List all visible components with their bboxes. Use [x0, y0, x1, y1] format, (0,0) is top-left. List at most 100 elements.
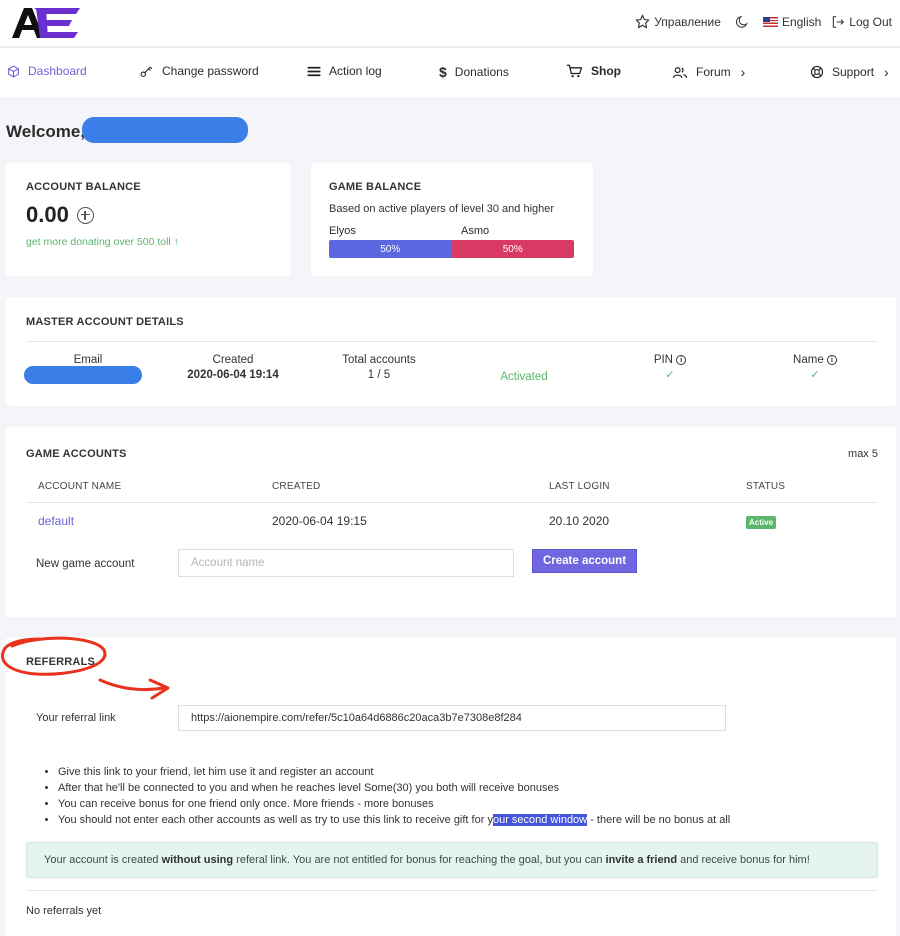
pin-check-icon: ✓: [665, 369, 675, 381]
nav-donations-label: Donations: [454, 65, 509, 79]
nav-shop-label: Shop: [591, 64, 621, 78]
name-label-row: Name i: [775, 354, 855, 366]
add-balance-icon[interactable]: [76, 206, 94, 224]
activation-status: Activated: [500, 371, 548, 383]
nav-forum-label: Forum: [696, 65, 731, 79]
account-last-login-cell: 20.10 2020: [549, 514, 610, 528]
game-balance-card: GAME BALANCE Based on active players of …: [311, 163, 593, 276]
dollar-icon: $: [439, 64, 447, 80]
game-balance-subtitle: Based on active players of level 30 and …: [329, 203, 555, 215]
new-game-account-label: New game account: [36, 558, 135, 570]
cart-icon: [566, 64, 583, 78]
email-label: Email: [73, 354, 103, 366]
annotation-arrow-icon: [98, 678, 170, 700]
account-balance-card: ACCOUNT BALANCE 0.00 get more donating o…: [6, 163, 290, 276]
elyos-label: Elyos: [329, 225, 356, 237]
nav-action-log-label: Action log: [329, 64, 382, 78]
nav-forum[interactable]: Forum ›: [672, 64, 745, 80]
referral-info-alert: Your account is created without using re…: [26, 842, 878, 878]
rule-4-text-a: You should not enter each other accounts…: [58, 814, 493, 826]
chevron-right-icon: ›: [884, 64, 889, 80]
max-accounts-label: max 5: [848, 448, 878, 460]
rule-4-text-b: - there will be no bonus at all: [587, 814, 731, 826]
rule-item: You should not enter each other accounts…: [58, 812, 730, 828]
divider: [26, 890, 878, 891]
nav-support[interactable]: Support ›: [810, 64, 889, 80]
selected-text-highlight: our second window: [492, 814, 588, 826]
no-referrals-text: No referrals yet: [26, 905, 102, 917]
rule-item: Give this link to your friend, let him u…: [58, 764, 730, 780]
table-header-divider: [26, 502, 878, 503]
nav-action-log[interactable]: Action log: [307, 64, 382, 78]
redacted-username: [82, 117, 248, 143]
alert-text-e: and receive bonus for him!: [677, 854, 810, 866]
asmo-bar-segment: 50%: [451, 240, 574, 258]
aion-empire-logo[interactable]: [10, 6, 82, 40]
divider: [26, 341, 878, 342]
cube-icon: [8, 65, 19, 77]
email-column: Email: [38, 354, 138, 366]
nav-support-label: Support: [832, 65, 875, 79]
total-accounts-column: Total accounts 1 / 5: [322, 354, 436, 381]
nav-shop[interactable]: Shop: [566, 64, 621, 78]
name-check-icon: ✓: [810, 369, 820, 381]
master-account-card: MASTER ACCOUNT DETAILS Email Created 202…: [6, 297, 896, 406]
nav-change-password-label: Change password: [162, 64, 259, 78]
language-label: English: [781, 14, 822, 29]
column-header-status: STATUS: [746, 481, 786, 492]
pin-label: PIN: [653, 354, 673, 366]
manage-link[interactable]: Управление: [635, 14, 721, 29]
alert-text-c: referal link. You are not entitled for b…: [233, 854, 606, 866]
logout-label: Log Out: [849, 14, 892, 29]
redacted-email: [24, 366, 142, 384]
game-accounts-card: GAME ACCOUNTS max 5 ACCOUNT NAME CREATED…: [6, 427, 896, 617]
rule-item: You can receive bonus for one friend onl…: [58, 796, 730, 812]
name-column: Name i ✓: [775, 354, 855, 381]
logout-link[interactable]: Log Out: [831, 15, 892, 29]
status-badge: Active: [746, 516, 777, 529]
created-label: Created: [212, 354, 254, 366]
created-column: Created 2020-06-04 19:14: [173, 354, 293, 381]
account-balance-value: 0.00: [26, 202, 69, 227]
faction-balance-bar: 50% 50%: [329, 240, 574, 258]
column-header-account-name: ACCOUNT NAME: [38, 481, 122, 492]
pin-column: PIN i ✓: [630, 354, 710, 381]
create-account-button[interactable]: Create account: [532, 549, 637, 573]
asmo-label: Asmo: [461, 225, 490, 237]
welcome-heading: Welcome,: [6, 122, 86, 141]
account-balance-value-row: 0.00: [26, 202, 94, 228]
referral-rules-list: Give this link to your friend, let him u…: [44, 764, 730, 828]
column-header-last-login: LAST LOGIN: [549, 481, 610, 492]
annotation-overlay: [1, 636, 170, 700]
account-name-link[interactable]: default: [38, 514, 74, 528]
nav-dashboard[interactable]: Dashboard: [7, 64, 87, 78]
account-balance-title: ACCOUNT BALANCE: [26, 181, 141, 193]
main-nav: Dashboard Change password Action log $ D…: [0, 47, 900, 97]
moon-icon[interactable]: [735, 15, 749, 29]
nav-donations[interactable]: $ Donations: [439, 64, 509, 80]
users-icon: [672, 66, 688, 78]
account-name-input[interactable]: [178, 549, 514, 577]
total-accounts-value: 1 / 5: [367, 369, 391, 381]
name-label: Name: [793, 354, 824, 366]
key-icon: [140, 66, 153, 77]
top-bar: Управление English Log Out: [0, 0, 900, 46]
language-selector[interactable]: English: [762, 14, 822, 29]
logout-icon: [833, 15, 845, 28]
get-more-link[interactable]: get more donating over 500 toll ↑: [26, 236, 179, 248]
nav-change-password[interactable]: Change password: [139, 64, 259, 78]
elyos-bar-segment: 50%: [329, 240, 452, 258]
info-icon[interactable]: i: [676, 355, 687, 365]
game-accounts-title: GAME ACCOUNTS: [26, 448, 127, 460]
invite-friend-link[interactable]: invite a friend: [606, 854, 678, 866]
referral-link-field[interactable]: https://aionempire.com/refer/5c10a64d688…: [178, 705, 726, 731]
us-flag-icon: [762, 16, 778, 27]
nav-dashboard-label: Dashboard: [28, 64, 87, 78]
master-account-title: MASTER ACCOUNT DETAILS: [26, 316, 184, 328]
alert-bold-without-using: without using: [161, 854, 234, 866]
pin-label-row: PIN i: [630, 354, 710, 366]
info-icon[interactable]: i: [826, 355, 837, 365]
account-created-cell: 2020-06-04 19:15: [272, 514, 367, 528]
column-header-created: CREATED: [272, 481, 321, 492]
alert-text-a: Your account is created: [44, 854, 162, 866]
